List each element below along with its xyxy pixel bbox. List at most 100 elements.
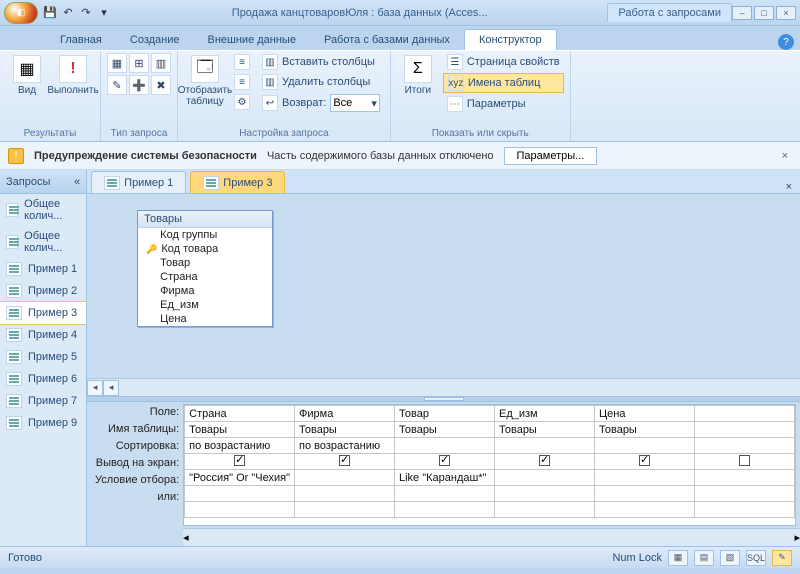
update-query-icon[interactable]: ✎ bbox=[107, 75, 127, 95]
grid-cell[interactable] bbox=[185, 502, 295, 518]
grid-cell[interactable] bbox=[595, 486, 695, 502]
nav-item[interactable]: Пример 1 bbox=[0, 258, 86, 280]
view-design-button[interactable]: ✎ bbox=[772, 550, 792, 566]
view-pivot-button[interactable]: ▤ bbox=[694, 550, 714, 566]
grid-cell[interactable] bbox=[295, 470, 395, 486]
grid-cell[interactable] bbox=[595, 470, 695, 486]
grid-cell[interactable] bbox=[185, 454, 295, 470]
grid-cell[interactable] bbox=[695, 406, 795, 422]
grid-cell[interactable] bbox=[495, 470, 595, 486]
nav-collapse-icon[interactable]: « bbox=[74, 176, 80, 188]
delete-rows-button[interactable]: ≡ bbox=[230, 73, 254, 91]
show-table-button[interactable]: 🗔 Отобразить таблицу bbox=[184, 53, 226, 109]
grid-cell[interactable] bbox=[495, 438, 595, 454]
grid-cell[interactable]: Фирма bbox=[295, 406, 395, 422]
checkbox[interactable] bbox=[439, 455, 450, 466]
grid-cell[interactable]: Ед_изм bbox=[495, 406, 595, 422]
return-input[interactable] bbox=[333, 97, 369, 109]
select-query-icon[interactable]: ▦ bbox=[107, 53, 127, 73]
table-box-tovary[interactable]: Товары Код группы🔑Код товараТоварСтранаФ… bbox=[137, 210, 273, 327]
table-field[interactable]: Код группы bbox=[138, 228, 272, 242]
grid-cell[interactable] bbox=[595, 438, 695, 454]
qat-more-icon[interactable]: ▾ bbox=[96, 5, 112, 21]
grid-scroll-right-icon[interactable]: ▸ bbox=[794, 531, 800, 544]
tables-diagram-area[interactable]: Товары Код группы🔑Код товараТоварСтранаФ… bbox=[87, 194, 800, 378]
minimize-button[interactable]: – bbox=[732, 6, 752, 20]
undo-icon[interactable]: ↶ bbox=[60, 5, 76, 21]
delete-columns-button[interactable]: ▥Удалить столбцы bbox=[258, 73, 384, 91]
grid-cell[interactable]: Страна bbox=[185, 406, 295, 422]
grid-cell[interactable]: Товар bbox=[395, 406, 495, 422]
checkbox[interactable] bbox=[539, 455, 550, 466]
grid-cell[interactable] bbox=[295, 502, 395, 518]
nav-item[interactable]: Пример 6 bbox=[0, 368, 86, 390]
grid-cell[interactable] bbox=[395, 438, 495, 454]
return-combo[interactable]: ↩Возврат: ▾ bbox=[258, 93, 384, 113]
table-field[interactable]: Фирма bbox=[138, 284, 272, 298]
grid-cell[interactable]: Like "Карандаш*" bbox=[395, 470, 495, 486]
grid-cell[interactable]: по возрастанию bbox=[185, 438, 295, 454]
view-datasheet-button[interactable]: ▦ bbox=[668, 550, 688, 566]
view-button[interactable]: ▦ Вид bbox=[6, 53, 48, 98]
grid-cell[interactable] bbox=[395, 502, 495, 518]
builder-button[interactable]: ⚙ bbox=[230, 93, 254, 111]
grid-cell[interactable]: Товары bbox=[595, 422, 695, 438]
doc-tab-close-button[interactable]: × bbox=[778, 181, 800, 193]
view-chart-button[interactable]: ▧ bbox=[720, 550, 740, 566]
grid-cell[interactable] bbox=[495, 454, 595, 470]
security-close-button[interactable]: × bbox=[778, 150, 792, 162]
nav-item[interactable]: Общее колич... bbox=[0, 194, 86, 226]
grid-cell[interactable] bbox=[595, 454, 695, 470]
grid-cell[interactable] bbox=[695, 502, 795, 518]
table-field[interactable]: Ед_изм bbox=[138, 298, 272, 312]
grid-cell[interactable] bbox=[495, 486, 595, 502]
view-sql-button[interactable]: SQL bbox=[746, 550, 766, 566]
grid-cell[interactable] bbox=[395, 486, 495, 502]
grid-cell[interactable] bbox=[695, 422, 795, 438]
run-button[interactable]: ! Выполнить bbox=[52, 53, 94, 98]
nav-item[interactable]: Пример 5 bbox=[0, 346, 86, 368]
totals-button[interactable]: Σ Итоги bbox=[397, 53, 439, 98]
parameters-button[interactable]: ⋯Параметры bbox=[443, 95, 564, 113]
grid-cell[interactable] bbox=[695, 454, 795, 470]
table-field[interactable]: 🔑Код товара bbox=[138, 242, 272, 256]
grid-cell[interactable]: Товары bbox=[295, 422, 395, 438]
grid-cell[interactable]: Товары bbox=[185, 422, 295, 438]
grid-cell[interactable] bbox=[395, 454, 495, 470]
chevron-down-icon[interactable]: ▾ bbox=[371, 97, 377, 110]
checkbox[interactable] bbox=[339, 455, 350, 466]
scroll-left-icon[interactable]: ◂ bbox=[87, 380, 103, 396]
checkbox[interactable] bbox=[234, 455, 245, 466]
checkbox[interactable] bbox=[639, 455, 650, 466]
query-design-grid[interactable]: СтранаФирмаТоварЕд_измЦенаТоварыТоварыТо… bbox=[183, 404, 796, 526]
scroll-left2-icon[interactable]: ◂ bbox=[103, 380, 119, 396]
tab-external-data[interactable]: Внешние данные bbox=[194, 30, 310, 50]
checkbox[interactable] bbox=[739, 455, 750, 466]
doc-tab-0[interactable]: Пример 1 bbox=[91, 171, 186, 193]
tab-database-tools[interactable]: Работа с базами данных bbox=[310, 30, 464, 50]
crosstab-query-icon[interactable]: ⊞ bbox=[129, 53, 149, 73]
property-sheet-button[interactable]: ☰Страница свойств bbox=[443, 53, 564, 71]
close-button[interactable]: × bbox=[776, 6, 796, 20]
nav-item[interactable]: Пример 3 bbox=[0, 302, 86, 324]
grid-cell[interactable] bbox=[695, 438, 795, 454]
insert-columns-button[interactable]: ▥Вставить столбцы bbox=[258, 53, 384, 71]
maximize-button[interactable]: □ bbox=[754, 6, 774, 20]
grid-cell[interactable]: Товары bbox=[495, 422, 595, 438]
nav-item[interactable]: Пример 2 bbox=[0, 280, 86, 302]
grid-cell[interactable] bbox=[185, 486, 295, 502]
security-options-button[interactable]: Параметры... bbox=[504, 147, 598, 165]
maketable-query-icon[interactable]: ▥ bbox=[151, 53, 171, 73]
help-icon[interactable]: ? bbox=[778, 34, 794, 50]
grid-cell[interactable] bbox=[295, 486, 395, 502]
table-field[interactable]: Товар bbox=[138, 256, 272, 270]
grid-cell[interactable]: по возрастанию bbox=[295, 438, 395, 454]
grid-cell[interactable]: Цена bbox=[595, 406, 695, 422]
tab-design[interactable]: Конструктор bbox=[464, 29, 557, 50]
grid-cell[interactable] bbox=[595, 502, 695, 518]
grid-cell[interactable]: "Россия" Or "Чехия" bbox=[185, 470, 295, 486]
redo-icon[interactable]: ↷ bbox=[78, 5, 94, 21]
office-button[interactable]: ◧ bbox=[4, 2, 38, 24]
nav-item[interactable]: Общее колич... bbox=[0, 226, 86, 258]
grid-cell[interactable] bbox=[495, 502, 595, 518]
